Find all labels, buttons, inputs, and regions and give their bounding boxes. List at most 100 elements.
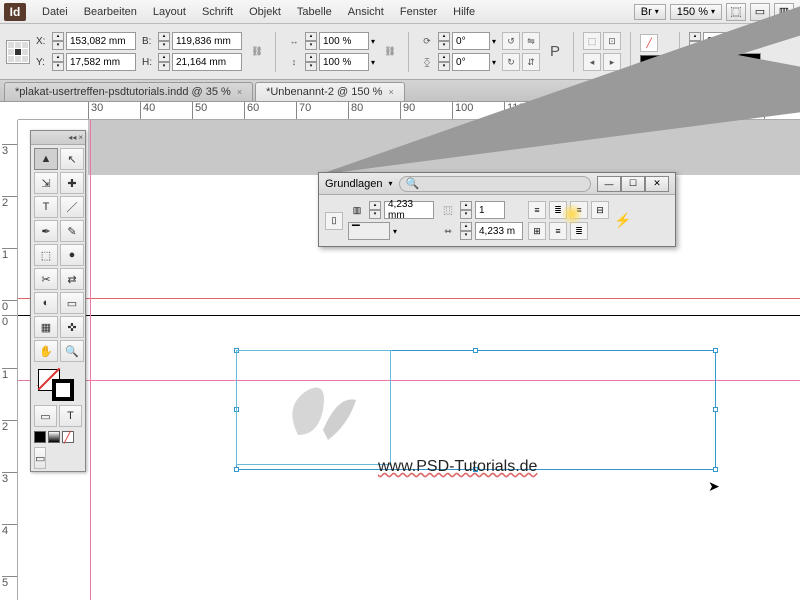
align-justify-icon[interactable]: ⊟ bbox=[591, 201, 609, 219]
eyedropper-tool[interactable]: ✜ bbox=[60, 316, 84, 338]
menu-bearbeiten[interactable]: Bearbeiten bbox=[76, 6, 145, 18]
ruler-vertical[interactable]: 3 2 1 0 0 1 2 3 4 5 bbox=[0, 120, 18, 600]
ruler-tick: 50 bbox=[192, 102, 207, 119]
h-spinner[interactable]: ▴▾ bbox=[158, 53, 170, 71]
minimize-icon[interactable]: — bbox=[597, 176, 621, 192]
y-label: Y: bbox=[36, 57, 50, 68]
width-input[interactable]: 119,836 mm bbox=[172, 32, 242, 50]
workspace-label[interactable]: Grundlagen bbox=[325, 178, 383, 190]
guide-red[interactable] bbox=[18, 298, 800, 299]
ruler-tick: 1 bbox=[2, 368, 17, 381]
collapse-icon[interactable]: ◂◂ bbox=[68, 133, 76, 142]
free-transform-tool[interactable]: ⇄ bbox=[60, 268, 84, 290]
x-spinner[interactable]: ▴▾ bbox=[52, 32, 64, 50]
search-input[interactable]: 🔍 bbox=[399, 176, 591, 192]
scaley-spinner[interactable]: ▴▾ bbox=[305, 53, 317, 71]
floating-control-panel[interactable]: Grundlagen ▾ 🔍 — ☐ ✕ ▯ ▥▴▾4,233 mm ▔▾ ⿲▴… bbox=[318, 172, 676, 247]
num-columns-icon: ⿲ bbox=[439, 201, 457, 219]
formatting-container-icon[interactable]: ▭ bbox=[34, 405, 57, 427]
apply-color-icon[interactable] bbox=[34, 431, 46, 443]
y-input[interactable]: 17,582 mm bbox=[66, 53, 136, 71]
x-input[interactable]: 153,082 mm bbox=[66, 32, 136, 50]
menu-layout[interactable]: Layout bbox=[145, 6, 194, 18]
inset-icon[interactable]: ⊞ bbox=[528, 222, 546, 240]
page-tool[interactable]: ⇲ bbox=[34, 172, 58, 194]
col-width-input[interactable]: 4,233 m bbox=[475, 222, 523, 240]
menu-objekt[interactable]: Objekt bbox=[241, 6, 289, 18]
view-mode-toggle[interactable]: ▭ bbox=[34, 447, 46, 469]
constrain-icon[interactable]: ⛓ bbox=[248, 43, 266, 61]
align-top-icon[interactable]: ≡ bbox=[528, 201, 546, 219]
hand-tool[interactable]: ✋ bbox=[34, 340, 58, 362]
scalex-spinner[interactable]: ▴▾ bbox=[305, 32, 317, 50]
ruler-tick: 5 bbox=[2, 576, 17, 589]
ruler-tick: 2 bbox=[2, 420, 17, 433]
gradient-feather-tool[interactable]: ▭ bbox=[60, 292, 84, 314]
ruler-tick: 1 bbox=[2, 248, 17, 261]
scale-y-icon: ↕ bbox=[285, 53, 303, 71]
close-icon[interactable]: × bbox=[78, 133, 83, 142]
chevron-down-icon[interactable]: ▾ bbox=[389, 179, 393, 188]
baseline-icon[interactable]: ≡ bbox=[549, 222, 567, 240]
text-frame-icon[interactable]: ▯ bbox=[325, 212, 343, 230]
menu-schrift[interactable]: Schrift bbox=[194, 6, 241, 18]
tab-label: *plakat-usertreffen-psdtutorials.indd @ … bbox=[15, 86, 231, 98]
direct-selection-tool[interactable]: ↖ bbox=[60, 148, 84, 170]
formatting-text-icon[interactable]: T bbox=[59, 405, 82, 427]
rectangle-frame-tool[interactable]: ⬚ bbox=[34, 244, 58, 266]
ruler-tick: 60 bbox=[244, 102, 259, 119]
zoom-wedge-overlay bbox=[318, 0, 800, 180]
ruler-tick: 70 bbox=[296, 102, 311, 119]
gradient-swatch-tool[interactable]: ◐ bbox=[34, 292, 58, 314]
type-tool[interactable]: T bbox=[34, 196, 58, 218]
menu-datei[interactable]: Datei bbox=[34, 6, 76, 18]
height-input[interactable]: 21,164 mm bbox=[172, 53, 242, 71]
line-tool[interactable]: ／ bbox=[60, 196, 84, 218]
pencil-tool[interactable]: ✎ bbox=[60, 220, 84, 242]
gutter-input[interactable]: 4,233 mm bbox=[384, 201, 434, 219]
apply-none-icon[interactable]: ╱ bbox=[62, 431, 74, 443]
col-width-icon: ⇿ bbox=[439, 222, 457, 240]
pen-tool[interactable]: ✒ bbox=[34, 220, 58, 242]
floating-panel-titlebar[interactable]: Grundlagen ▾ 🔍 — ☐ ✕ bbox=[319, 173, 675, 195]
ruler-tick: 40 bbox=[140, 102, 155, 119]
selection-tool[interactable]: ▲ bbox=[34, 148, 58, 170]
ruler-tick: 0 bbox=[2, 300, 17, 313]
gap-tool[interactable]: ✚ bbox=[60, 172, 84, 194]
logo-graphic bbox=[278, 375, 368, 455]
close-icon[interactable]: ✕ bbox=[645, 176, 669, 192]
ruler-tick: 3 bbox=[2, 472, 17, 485]
close-icon[interactable]: × bbox=[237, 87, 242, 97]
tab-plakat[interactable]: *plakat-usertreffen-psdtutorials.indd @ … bbox=[4, 82, 253, 101]
url-text: www.PSD-Tutorials.de bbox=[378, 458, 537, 476]
tool-panel[interactable]: ◂◂× ▲ ↖ ⇲ ✚ T ／ ✒ ✎ ⬚ ● ✂ ⇄ ◐ ▭ ▦ ✜ ✋ 🔍 … bbox=[30, 130, 86, 472]
ellipse-tool[interactable]: ● bbox=[60, 244, 84, 266]
w-spinner[interactable]: ▴▾ bbox=[158, 32, 170, 50]
tool-panel-titlebar[interactable]: ◂◂× bbox=[31, 131, 85, 145]
note-tool[interactable]: ▦ bbox=[34, 316, 58, 338]
ruler-tick: 30 bbox=[88, 102, 103, 119]
guide-magenta-v[interactable] bbox=[90, 120, 91, 600]
sp3[interactable]: ▴▾ bbox=[460, 222, 472, 240]
scissors-tool[interactable]: ✂ bbox=[34, 268, 58, 290]
y-spinner[interactable]: ▴▾ bbox=[52, 53, 64, 71]
ruler-tick: 0 bbox=[2, 315, 17, 328]
reference-point-grid[interactable] bbox=[6, 40, 30, 64]
zoom-tool[interactable]: 🔍 bbox=[60, 340, 84, 362]
x-label: X: bbox=[36, 36, 50, 47]
columns-input[interactable]: 1 bbox=[475, 201, 505, 219]
page-edge bbox=[18, 315, 800, 316]
apply-gradient-icon[interactable] bbox=[48, 431, 60, 443]
scale-x-icon: ↔ bbox=[285, 32, 303, 50]
columns-icon: ▥ bbox=[348, 201, 366, 219]
maximize-icon[interactable]: ☐ bbox=[621, 176, 645, 192]
stroke-type[interactable]: ▔ bbox=[348, 222, 390, 240]
h-label: H: bbox=[142, 57, 156, 68]
search-icon: 🔍 bbox=[406, 177, 420, 190]
fill-stroke-swatch[interactable] bbox=[34, 367, 82, 401]
sp1[interactable]: ▴▾ bbox=[369, 201, 381, 219]
ruler-tick: 4 bbox=[2, 524, 17, 537]
w-label: B: bbox=[142, 36, 156, 47]
sp2[interactable]: ▴▾ bbox=[460, 201, 472, 219]
quick-apply-icon[interactable]: ⚡ bbox=[614, 212, 632, 230]
